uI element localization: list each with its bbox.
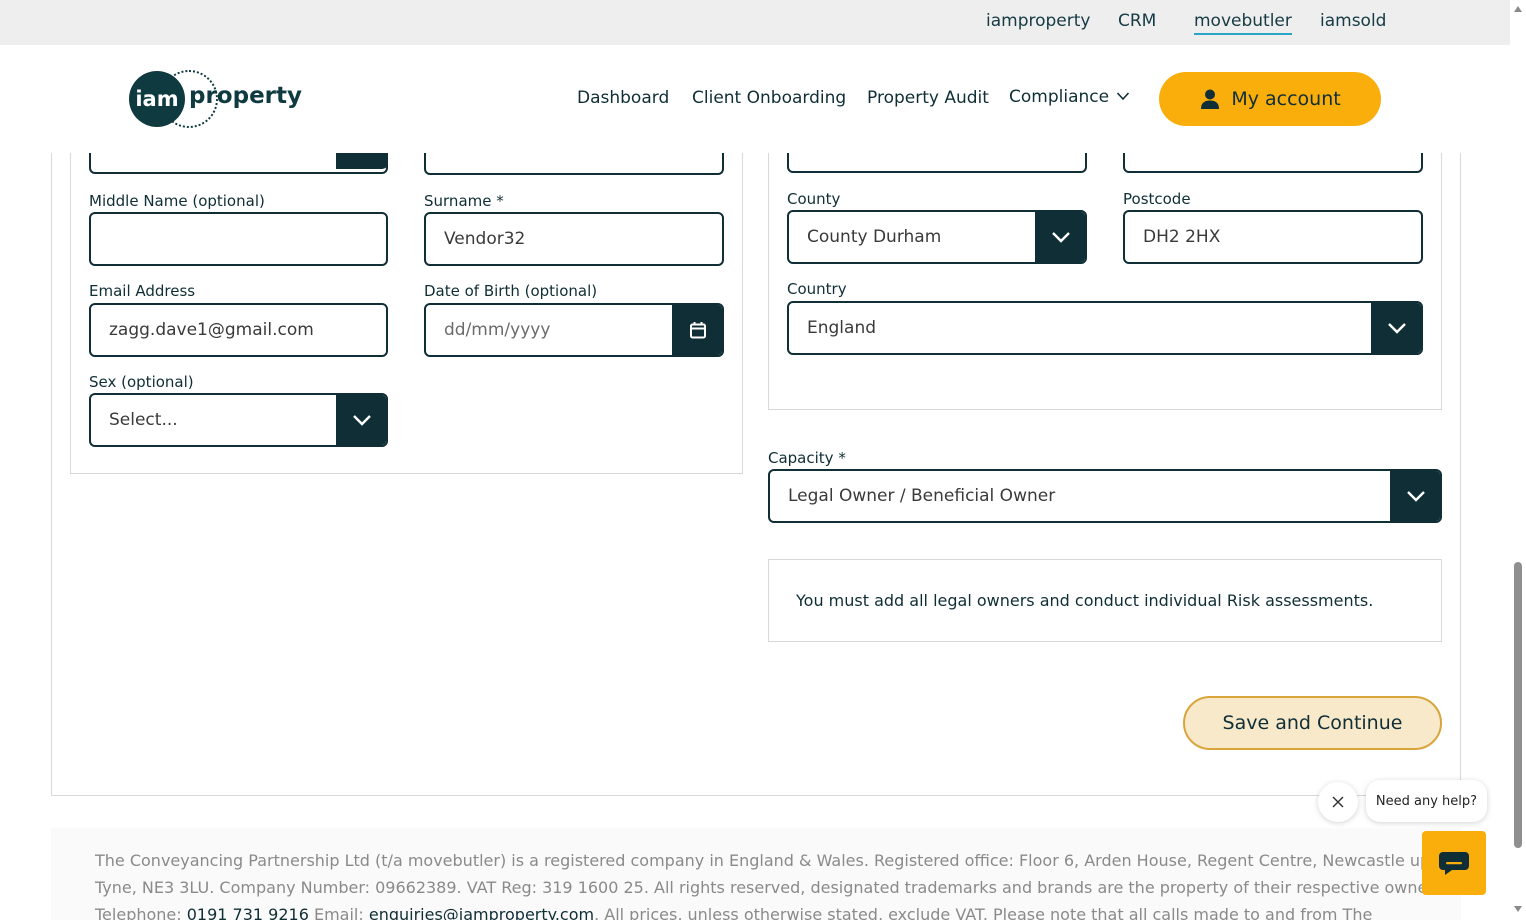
help-close-button[interactable]	[1318, 782, 1358, 822]
postcode-input[interactable]: DH2 2HX	[1123, 210, 1423, 264]
brand-link-movebutler[interactable]: movebutler	[1194, 11, 1292, 35]
surname-value: Vendor32	[444, 229, 526, 249]
sex-select-value: Select...	[109, 410, 178, 430]
county-dropdown-button[interactable]	[1035, 212, 1085, 262]
postcode-value: DH2 2HX	[1143, 227, 1221, 247]
surname-label: Surname *	[424, 192, 504, 210]
county-select[interactable]: County Durham	[787, 210, 1087, 264]
postcode-label: Postcode	[1123, 190, 1191, 208]
email-label: Email Address	[89, 282, 196, 300]
logo[interactable]: iam	[129, 71, 185, 127]
country-select-value: England	[807, 318, 877, 338]
nav-property-audit[interactable]: Property Audit	[867, 88, 989, 108]
chat-icon	[1439, 852, 1469, 875]
my-account-button[interactable]: My account	[1159, 72, 1381, 126]
brand-link-iamsold[interactable]: iamsold	[1320, 11, 1386, 31]
notice-text: You must add all legal owners and conduc…	[796, 591, 1374, 610]
capacity-select-value: Legal Owner / Beneficial Owner	[788, 486, 1056, 506]
chevron-down-icon	[1052, 232, 1070, 243]
brand-switcher-bar: iamproperty CRM movebutler iamsold	[0, 0, 1510, 45]
scroll-down-arrow-icon[interactable]	[1514, 906, 1522, 912]
footer-text-email-label: Email:	[308, 905, 369, 920]
footer-text-prices: . All prices, unless otherwise stated, e…	[594, 905, 1373, 920]
legal-owners-notice: You must add all legal owners and conduc…	[768, 559, 1442, 642]
scrollbar-thumb[interactable]	[1514, 562, 1522, 848]
sex-select[interactable]: Select...	[89, 393, 388, 447]
close-icon	[1332, 796, 1344, 808]
save-and-continue-label: Save and Continue	[1222, 712, 1403, 734]
my-account-label: My account	[1231, 88, 1341, 110]
chat-launcher-button[interactable]	[1422, 831, 1486, 895]
nav-compliance[interactable]: Compliance	[1009, 87, 1109, 107]
middle-name-label: Middle Name (optional)	[89, 192, 265, 210]
county-label: County	[787, 190, 841, 208]
footer-email-link[interactable]: enquiries@iamproperty.com	[369, 905, 594, 920]
chevron-down-icon[interactable]	[1116, 91, 1130, 101]
brand-link-crm[interactable]: CRM	[1118, 11, 1156, 31]
dob-placeholder: dd/mm/yyyy	[444, 320, 551, 340]
chevron-down-icon	[353, 415, 371, 426]
save-and-continue-button[interactable]: Save and Continue	[1183, 696, 1442, 750]
chevron-down-icon	[1407, 491, 1425, 502]
sex-label: Sex (optional)	[89, 373, 194, 391]
nav-client-onboarding[interactable]: Client Onboarding	[692, 88, 846, 108]
scroll-up-arrow-icon[interactable]	[1514, 6, 1522, 12]
county-select-value: County Durham	[807, 227, 942, 247]
help-bubble-text: Need any help?	[1375, 793, 1478, 809]
user-icon	[1201, 89, 1220, 109]
logo-text: property	[189, 83, 303, 109]
country-dropdown-button[interactable]	[1371, 303, 1421, 353]
calendar-icon	[690, 322, 706, 339]
footer-phone-link[interactable]: 0191 731 9216	[187, 905, 309, 920]
address-details-card	[768, 140, 1442, 410]
calendar-button[interactable]	[672, 305, 722, 355]
surname-input[interactable]: Vendor32	[424, 212, 724, 266]
email-input[interactable]: zagg.dave1@gmail.com	[89, 303, 388, 357]
help-bubble[interactable]: Need any help?	[1366, 780, 1487, 822]
nav-dashboard[interactable]: Dashboard	[577, 88, 669, 108]
footer: The Conveyancing Partnership Ltd (t/a mo…	[51, 828, 1461, 920]
logo-mark: iam	[135, 87, 179, 111]
main-header: iam property Dashboard Client Onboarding…	[0, 45, 1510, 153]
country-select[interactable]: England	[787, 301, 1423, 355]
capacity-select[interactable]: Legal Owner / Beneficial Owner	[768, 469, 1442, 523]
capacity-dropdown-button[interactable]	[1390, 471, 1440, 521]
email-value: zagg.dave1@gmail.com	[109, 320, 314, 340]
dob-input[interactable]: dd/mm/yyyy	[424, 303, 724, 357]
brand-link-iamproperty[interactable]: iamproperty	[986, 11, 1090, 31]
country-label: Country	[787, 280, 847, 298]
dob-label: Date of Birth (optional)	[424, 282, 598, 300]
middle-name-input[interactable]	[89, 212, 388, 266]
chevron-down-icon	[1388, 323, 1406, 334]
sex-dropdown-button[interactable]	[336, 395, 386, 445]
capacity-label: Capacity *	[768, 449, 846, 467]
